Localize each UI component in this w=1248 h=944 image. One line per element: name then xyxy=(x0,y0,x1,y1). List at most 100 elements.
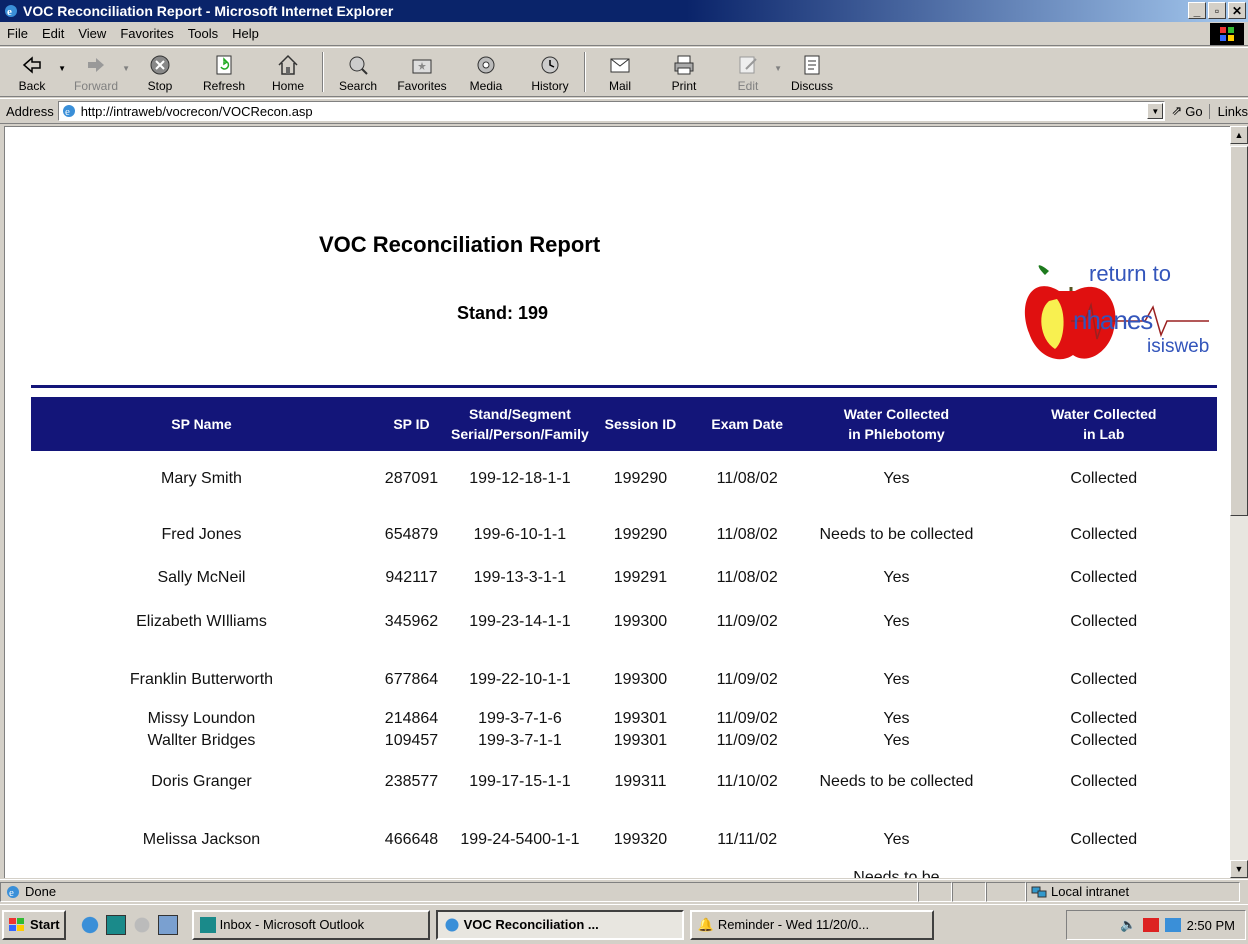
vertical-scrollbar[interactable]: ▲ ▼ xyxy=(1230,126,1248,878)
media-button[interactable]: Media xyxy=(454,48,518,96)
links-button[interactable]: Links xyxy=(1208,103,1248,119)
refresh-icon xyxy=(216,55,232,75)
taskbar-item-reminder[interactable]: 🔔 Reminder - Wed 11/20/0... xyxy=(689,909,934,940)
cell-water-phlebotomy: Yes xyxy=(883,569,910,586)
back-button[interactable]: Back ▼ xyxy=(0,48,66,96)
discuss-label: Discuss xyxy=(790,79,833,93)
cell-sp-name: Franklin Butterworth xyxy=(129,671,274,688)
cell-session-id: 199311 xyxy=(614,773,667,790)
back-label: Back xyxy=(18,79,46,93)
status-text: Done xyxy=(25,884,57,899)
task-label: Reminder - Wed 11/20/0... xyxy=(717,917,870,932)
edit-label: Edit xyxy=(737,79,759,93)
back-arrow-icon xyxy=(22,56,41,74)
menu-file[interactable]: File xyxy=(0,26,35,41)
cell-stand-segment: 199-22-10-1-1 xyxy=(469,671,571,688)
cell-session-id: 199300 xyxy=(613,613,668,630)
discuss-button[interactable]: Discuss xyxy=(780,48,844,96)
col-exam-date[interactable]: Exam Date xyxy=(692,397,803,451)
cell-water-phlebotomy: Yes xyxy=(883,732,910,749)
cell-sp-id: 677864 xyxy=(384,671,439,688)
search-globe-icon xyxy=(349,56,368,75)
table-row: Missy Loundon 214864 199-3-7-1-6 199301 11/0… xyxy=(31,709,1217,729)
history-button[interactable]: History xyxy=(518,48,582,96)
ie-quicklaunch-icon[interactable] xyxy=(79,914,100,935)
cell-session-id: 199290 xyxy=(613,470,668,487)
cell-water-phlebotomy: Needs to be collected xyxy=(819,773,974,790)
go-arrow-icon: ⇗ xyxy=(1171,103,1183,118)
status-text-cell: e Done xyxy=(0,881,918,902)
col-water-lab[interactable]: Water Collected in Lab xyxy=(990,397,1217,451)
ie-task-icon xyxy=(443,916,460,933)
close-button[interactable]: ✕ xyxy=(1228,2,1246,19)
cell-exam-date xyxy=(692,869,802,878)
menu-view[interactable]: View xyxy=(71,26,113,41)
table-row: Melissa Jackson 466648 199-24-5400-1-1 1993… xyxy=(31,811,1217,869)
scroll-thumb[interactable] xyxy=(1230,146,1248,516)
edit-icon xyxy=(739,56,757,74)
start-button[interactable]: Start xyxy=(2,909,66,940)
menu-tools[interactable]: Tools xyxy=(181,26,225,41)
cell-water-phlebotomy: Needs to be xyxy=(853,869,940,878)
window-title-bar[interactable]: e VOC Reconciliation Report - Microsoft … xyxy=(0,0,1248,22)
scroll-down-icon[interactable]: ▼ xyxy=(1230,860,1248,878)
stop-button[interactable]: Stop xyxy=(128,48,192,96)
favorites-button[interactable]: Favorites xyxy=(390,48,454,96)
clock[interactable]: 2:50 PM xyxy=(1187,918,1235,933)
address-bar: Address e http://intraweb/vocrecon/VOCRe… xyxy=(0,98,1248,124)
outlook-quicklaunch-icon[interactable] xyxy=(105,914,126,935)
cell-sp-name: Wallter Bridges xyxy=(147,732,256,749)
cell-water-phlebotomy: Yes xyxy=(883,831,910,848)
tray-app-icon[interactable] xyxy=(1142,918,1159,932)
network-icon[interactable] xyxy=(1164,918,1181,932)
go-label: Go xyxy=(1185,103,1203,119)
go-button[interactable]: ⇗ Go xyxy=(1165,103,1208,119)
address-input[interactable]: e http://intraweb/vocrecon/VOCRecon.asp … xyxy=(57,101,1166,121)
cell-exam-date: 11/09/02 xyxy=(716,671,778,688)
print-button[interactable]: Print xyxy=(652,48,716,96)
ie-logo-icon: e xyxy=(5,5,17,18)
system-tray: 🔈 2:50 PM xyxy=(1066,910,1246,940)
svg-text:e: e xyxy=(65,106,70,118)
taskbar-item-voc-report[interactable]: VOC Reconciliation ... xyxy=(435,909,684,940)
col-session-id[interactable]: Session ID xyxy=(588,397,693,451)
forward-button[interactable]: Forward ▼ xyxy=(64,48,130,96)
refresh-button[interactable]: Refresh xyxy=(192,48,256,96)
cell-sp-name: Mary Smith xyxy=(161,470,242,487)
refresh-label: Refresh xyxy=(202,79,246,93)
menu-edit[interactable]: Edit xyxy=(35,26,71,41)
menu-favorites[interactable]: Favorites xyxy=(113,26,180,41)
col-sp-name[interactable]: SP Name xyxy=(31,397,372,451)
menu-help[interactable]: Help xyxy=(225,26,266,41)
status-zone-cell: Local intranet xyxy=(1026,881,1240,902)
forward-label: Forward xyxy=(73,79,118,93)
col-sp-id[interactable]: SP ID xyxy=(371,397,452,451)
volume-icon[interactable]: 🔈 xyxy=(1120,917,1136,933)
favorites-folder-icon xyxy=(412,59,432,74)
cell-stand-segment: 199-3-7-1-1 xyxy=(478,732,562,749)
cell-water-phlebotomy: Yes xyxy=(883,470,910,487)
table-header-row: SP Name SP ID Stand/Segment Serial/Person… xyxy=(31,397,1217,451)
windows-taskbar: Start Inbox - Microsoft Outlook VOC Reco… xyxy=(0,904,1248,944)
address-dropdown-icon[interactable]: ▼ xyxy=(1147,103,1164,119)
col-stand-segment[interactable]: Stand/Segment Serial/Person/Family xyxy=(451,397,589,451)
scroll-up-icon[interactable]: ▲ xyxy=(1230,126,1248,144)
home-button[interactable]: Home xyxy=(256,48,320,96)
mail-button[interactable]: Mail xyxy=(588,48,652,96)
address-url: http://intraweb/vocrecon/VOCRecon.asp xyxy=(80,103,313,119)
taskbar-item-outlook[interactable]: Inbox - Microsoft Outlook xyxy=(191,909,430,940)
edit-button[interactable]: Edit ▼ xyxy=(716,48,782,96)
cell-sp-id: 654879 xyxy=(384,526,439,543)
search-button[interactable]: Search xyxy=(326,48,390,96)
search-quicklaunch-icon[interactable] xyxy=(131,914,152,935)
cell-water-lab: Collected xyxy=(1070,526,1138,543)
col-water-phlebotomy[interactable]: Water Collected in Phlebotomy xyxy=(802,397,991,451)
cell-water-phlebotomy: Yes xyxy=(883,613,910,630)
cell-water-lab: Collected xyxy=(1070,732,1138,749)
zone-text: Local intranet xyxy=(1051,884,1130,899)
table-row: Fred Jones 654879 199-6-10-1-1 199290 11/08/… xyxy=(31,507,1217,563)
desktop-quicklaunch-icon[interactable] xyxy=(157,914,178,935)
minimize-button[interactable]: _ xyxy=(1188,2,1206,19)
cell-session-id: 199301 xyxy=(613,732,668,749)
maximize-button[interactable]: ▫ xyxy=(1208,2,1226,19)
